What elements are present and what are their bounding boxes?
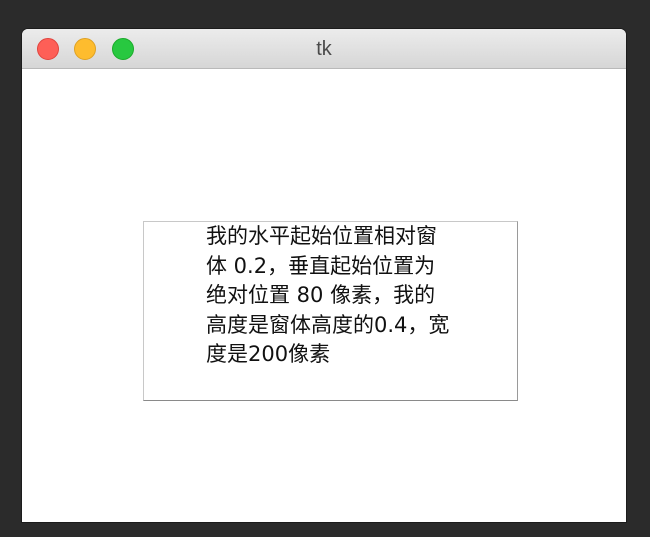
- title-bar[interactable]: tk: [22, 29, 626, 69]
- window-title: tk: [316, 38, 332, 60]
- window-content: 我的水平起始位置相对窗体 0.2，垂直起始位置为绝对位置 80 像素，我的高度是…: [22, 69, 626, 522]
- app-window: tk 我的水平起始位置相对窗体 0.2，垂直起始位置为绝对位置 80 像素，我的…: [22, 29, 626, 522]
- label-text: 我的水平起始位置相对窗体 0.2，垂直起始位置为绝对位置 80 像素，我的高度是…: [206, 224, 450, 366]
- placed-label: 我的水平起始位置相对窗体 0.2，垂直起始位置为绝对位置 80 像素，我的高度是…: [143, 221, 518, 401]
